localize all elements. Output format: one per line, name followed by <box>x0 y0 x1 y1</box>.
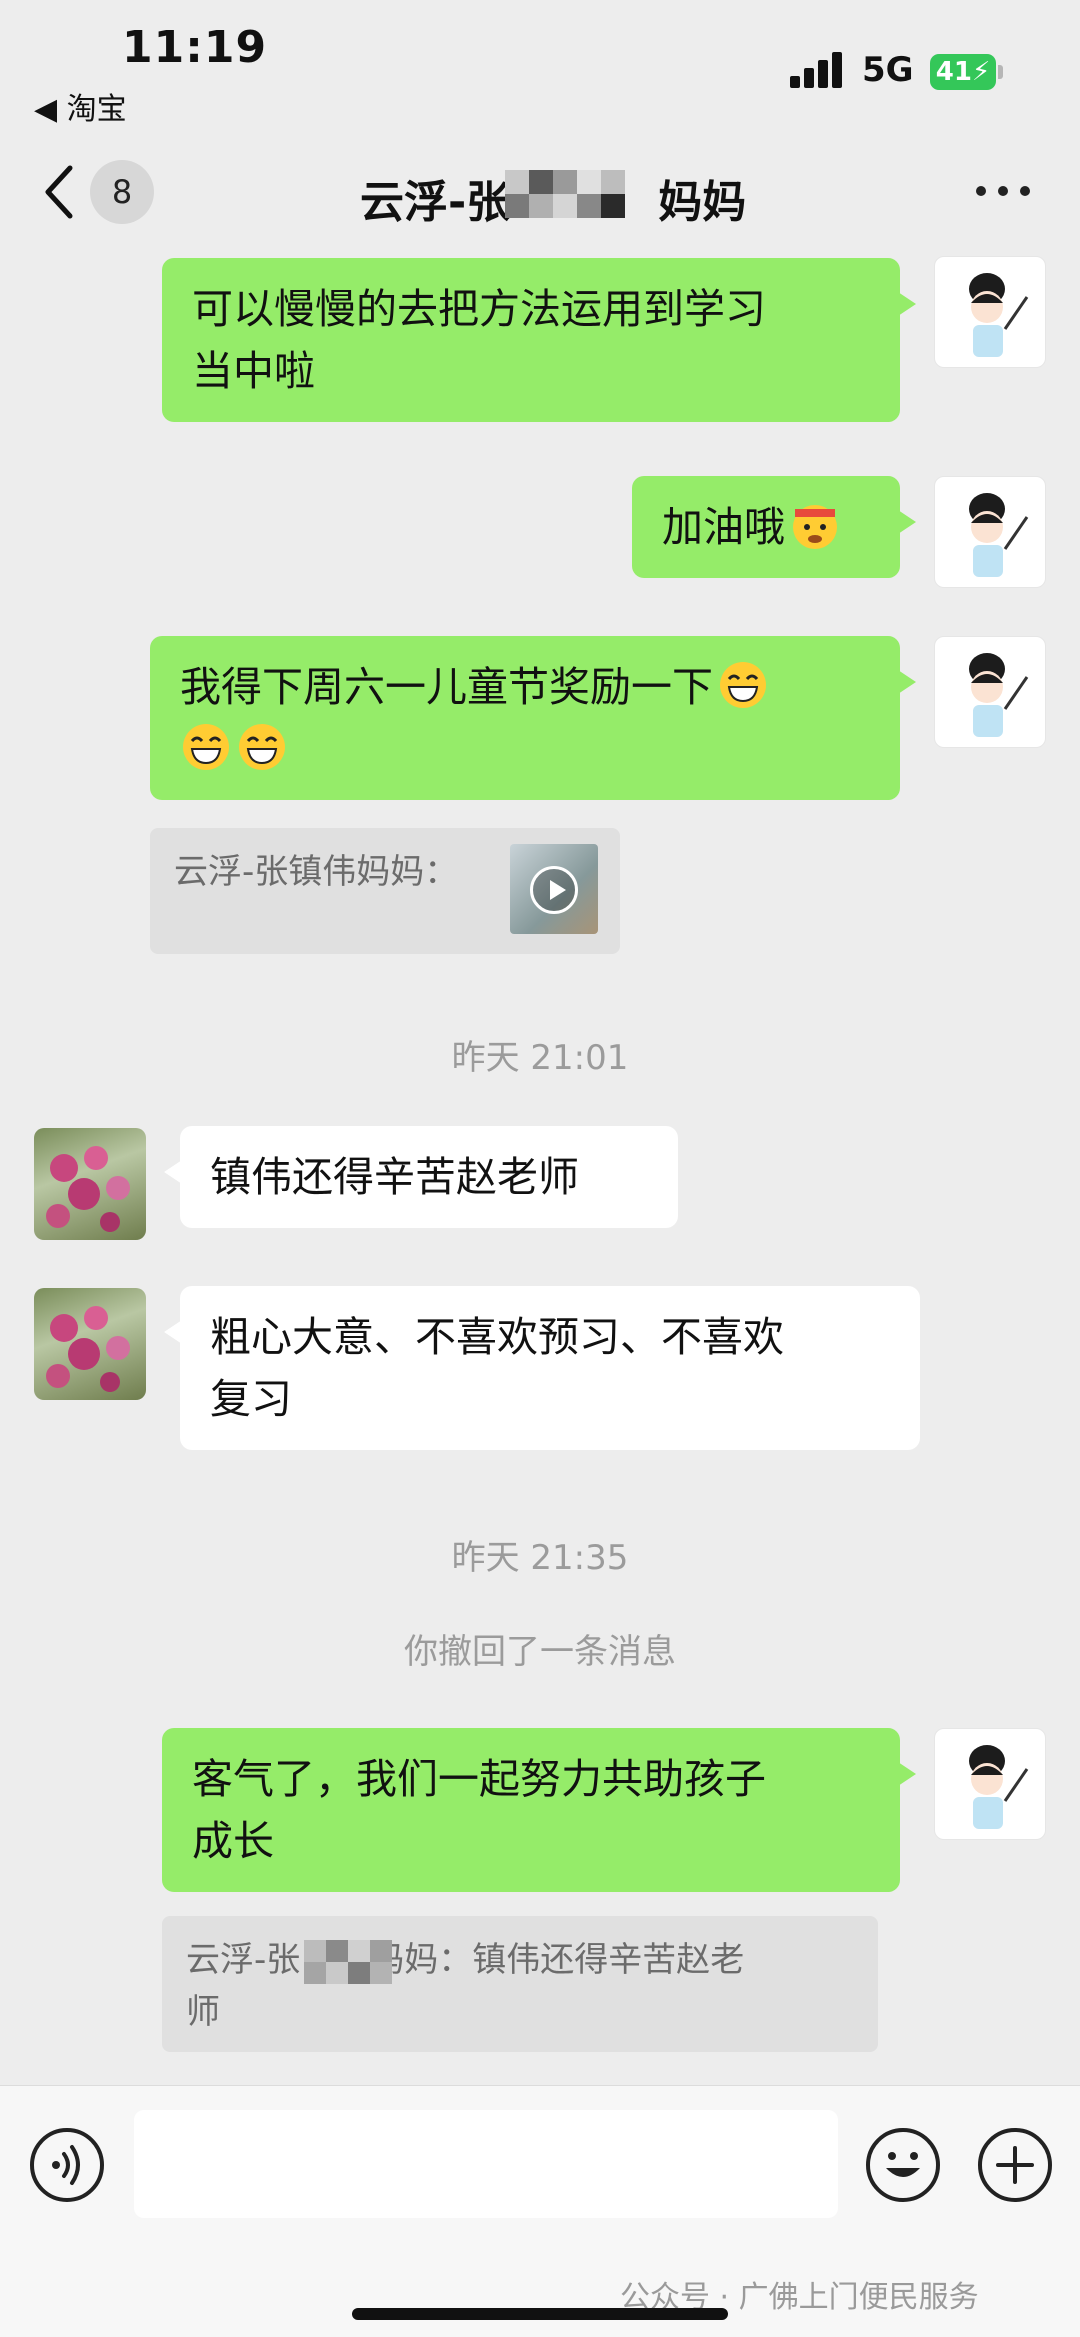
recalled-message-notice: 你撤回了一条消息 <box>404 1632 676 1672</box>
voice-wave-icon <box>52 2145 80 2185</box>
salute-emoji-icon <box>793 505 837 549</box>
grin-emoji-icon <box>720 662 766 708</box>
message-bubble-received[interactable]: 粗心大意、不喜欢预习、不喜欢 复习 <box>164 1286 920 1450</box>
message-bubble-sent[interactable]: 加油哦 <box>632 476 916 578</box>
redacted-name-mosaic <box>304 1940 414 1984</box>
flower-photo-icon <box>46 1146 130 1232</box>
plus-icon <box>996 2146 1034 2184</box>
back-chevron-icon[interactable] <box>40 164 80 220</box>
flower-photo-icon <box>46 1306 130 1392</box>
chat-header: 8 云浮-张 妈妈 <box>0 130 1080 255</box>
message-bubble-sent[interactable]: 可以慢慢的去把方法运用到学习 当中啦 <box>162 258 916 422</box>
message-line: 复习 <box>210 1375 292 1423</box>
teacher-avatar-icon <box>969 1745 1029 1829</box>
more-actions-button[interactable] <box>978 2128 1052 2202</box>
message-line: 可以慢慢的去把方法运用到学习 <box>192 285 766 333</box>
timestamp: 昨天 21:01 <box>451 1038 629 1078</box>
smiley-icon <box>886 2152 920 2177</box>
home-indicator[interactable] <box>352 2308 728 2320</box>
signal-icon <box>790 52 846 88</box>
message-input[interactable] <box>134 2110 838 2218</box>
my-avatar[interactable] <box>934 636 1046 748</box>
quote-line: 云浮-张 妈妈：镇伟还得辛苦赵老 <box>186 1940 745 1980</box>
contact-avatar[interactable] <box>34 1288 146 1400</box>
message-line: 当中啦 <box>192 347 315 395</box>
play-icon <box>530 866 578 914</box>
input-bar: 公众号 · 广佛上门便民服务 <box>0 2085 1080 2337</box>
battery-icon: 41⚡ <box>930 54 1003 90</box>
more-options-icon[interactable] <box>976 186 1032 198</box>
message-bubble-received[interactable]: 镇伟还得辛苦赵老师 <box>164 1126 678 1228</box>
redacted-name-mosaic <box>505 170 645 218</box>
my-avatar[interactable] <box>934 1728 1046 1840</box>
message-bubble-sent[interactable]: 客气了，我们一起努力共助孩子 成长 <box>162 1728 916 1892</box>
quote-text: 云浮-张镇伟妈妈： <box>174 852 459 892</box>
contact-avatar[interactable] <box>34 1128 146 1240</box>
teacher-avatar-icon <box>969 273 1029 357</box>
message-text: 加油哦 <box>662 503 785 551</box>
message-text: 镇伟还得辛苦赵老师 <box>210 1153 579 1201</box>
message-line: 粗心大意、不喜欢预习、不喜欢 <box>210 1313 784 1361</box>
quoted-video-thumbnail[interactable] <box>510 844 598 934</box>
voice-input-button[interactable] <box>30 2128 104 2202</box>
my-avatar[interactable] <box>934 256 1046 368</box>
quote-line: 师 <box>186 1992 220 2032</box>
timestamp: 昨天 21:35 <box>451 1538 629 1578</box>
emoji-button[interactable] <box>866 2128 940 2202</box>
message-line: 成长 <box>192 1817 274 1865</box>
grin-emoji-icon <box>183 724 229 770</box>
message-line: 我得下周六一儿童节奖励一下 <box>180 656 870 718</box>
status-bar: 11:19 ◀ 淘宝 5G 41⚡ <box>0 0 1080 130</box>
unread-count-badge[interactable]: 8 <box>90 160 154 224</box>
battery-level: 41⚡ <box>930 54 996 90</box>
back-to-app-link[interactable]: ◀ 淘宝 <box>34 84 127 128</box>
message-bubble-sent[interactable]: 我得下周六一儿童节奖励一下 <box>150 636 916 800</box>
status-time: 11:19 <box>122 22 268 73</box>
message-line <box>180 718 870 780</box>
teacher-avatar-icon <box>969 493 1029 577</box>
teacher-avatar-icon <box>969 653 1029 737</box>
network-type: 5G <box>862 50 914 90</box>
message-line: 客气了，我们一起努力共助孩子 <box>192 1755 766 1803</box>
grin-emoji-icon <box>239 724 285 770</box>
quoted-message[interactable]: 云浮-张 妈妈：镇伟还得辛苦赵老 师 <box>162 1916 878 2052</box>
my-avatar[interactable] <box>934 476 1046 588</box>
